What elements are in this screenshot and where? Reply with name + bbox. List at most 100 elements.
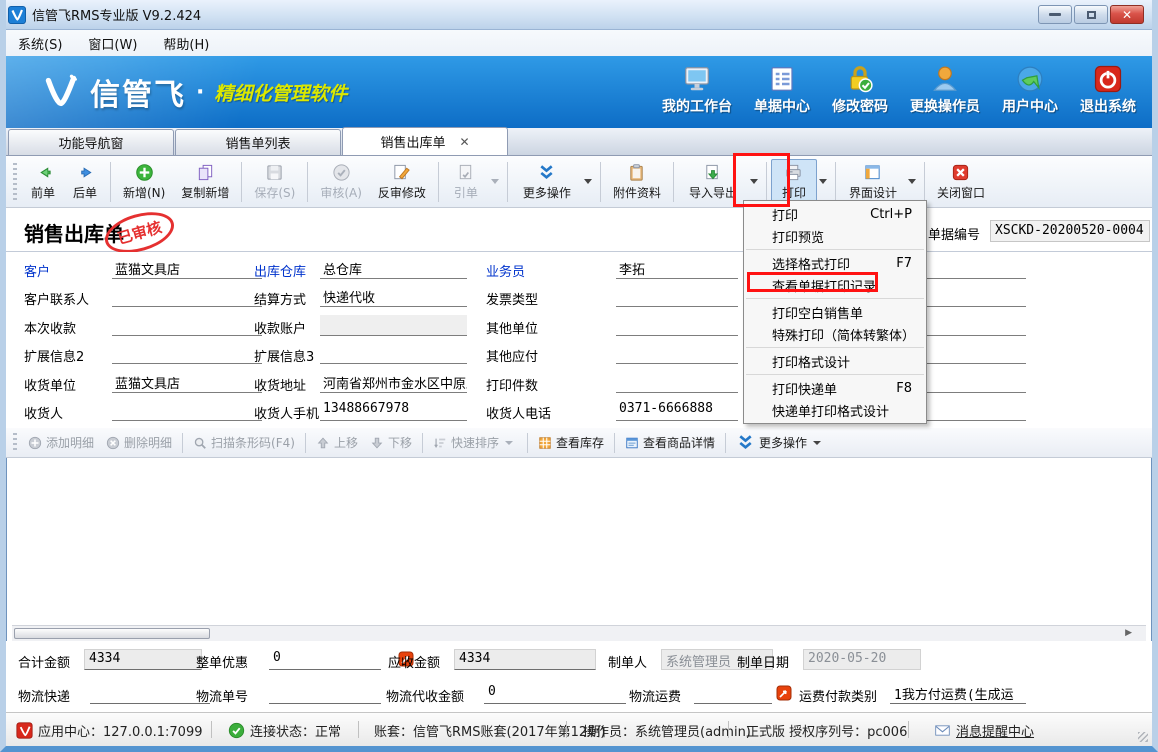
toolbar-button-1[interactable]: 后单 [64,159,106,205]
toolbar-button-0[interactable]: 前单 [22,159,64,205]
toolbar-button-6[interactable]: 反审修改 [370,159,434,205]
footer-input-1[interactable]: 0 [269,649,381,670]
footer-label-9: 运费付款类别 [799,686,877,705]
print-menu-item-7[interactable]: 打印快递单F8 [744,377,926,399]
menu-item-0[interactable]: 系统(S) [18,34,62,53]
scrollbar-thumb[interactable] [14,628,210,639]
banner-nav-globe[interactable]: 用户中心 [996,62,1064,118]
chevron-down-icon[interactable] [750,179,758,184]
inventory-grid-icon [538,436,552,450]
menu-shortcut: F8 [896,381,912,396]
banner-nav-user[interactable]: 更换操作员 [904,62,986,118]
toolbar-separator [614,433,615,453]
field-input-10[interactable] [320,343,467,364]
print-menu-item-3[interactable]: 查看单据打印记录 [744,274,926,296]
maximize-button[interactable] [1074,5,1108,24]
toolbar-button-10[interactable]: 导入导出 [678,159,748,205]
statusbar-text[interactable]: 消息提醒中心 [956,721,1034,740]
statusbar-separator [728,721,729,738]
footer-input-0: 4334 [84,649,202,670]
detail-toolbar-button-7[interactable]: 查看商品详情 [619,431,721,454]
chevron-down-icon[interactable] [819,179,827,184]
document-number-field[interactable]: XSCKD-20200520-0004 [990,220,1150,242]
print-menu-item-4[interactable]: 打印空白销售单 [744,301,926,323]
detail-toolbar-button-6[interactable]: 查看库存 [532,431,610,454]
banner-nav-label: 修改密码 [832,96,888,116]
toolbar-button-11[interactable]: 打印 [771,159,817,205]
menu-item-2[interactable]: 帮助(H) [163,34,209,53]
toolbar-button-9[interactable]: 附件资料 [605,159,669,205]
toolbar-button-8[interactable]: 更多操作 [512,159,582,205]
chevron-down-icon [813,441,821,445]
print-menu-item-0[interactable]: 打印 Ctrl+P [744,203,926,225]
footer-label-4: 制单日期 [737,652,789,671]
statusbar-item-4: 正式版 授权序列号：pc006 [746,721,907,740]
tab-close-icon[interactable]: ✕ [459,135,469,149]
field-input-11[interactable] [616,343,738,364]
detail-toolbar-button-5: 快速排序 [427,431,523,454]
minimize-button[interactable] [1038,5,1072,24]
menu-shortcut: Ctrl+P [870,207,912,222]
field-label-10: 扩展信息3 [254,346,314,365]
print-menu-item-1[interactable]: 打印预览 [744,225,926,247]
footer-input-6[interactable] [269,683,381,704]
print-menu-item-2[interactable]: 选择格式打印F7 [744,252,926,274]
banner-nav-document-list[interactable]: 单据中心 [748,62,816,118]
field-input-16[interactable]: 13488667978 [320,400,467,421]
resize-grip[interactable] [1138,732,1148,742]
field-label-2: 业务员 [486,261,525,280]
print-menu-item-5[interactable]: 特殊打印（简体转繁体） [744,323,926,345]
footer-input-9[interactable]: 1我方付运费(生成运 [890,683,1026,704]
tab-1[interactable]: 销售单列表 [175,129,341,155]
scroll-right-arrow[interactable]: ▶ [1125,628,1132,638]
modify-value-icon[interactable] [776,685,792,701]
print-menu-item-8[interactable]: 快递单打印格式设计 [744,399,926,421]
field-input-8[interactable] [616,315,738,336]
field-input-4[interactable]: 快递代收 [320,286,467,307]
menu-separator [746,374,924,375]
footer-input-8[interactable] [694,683,772,704]
field-input-1[interactable]: 总仓库 [320,258,467,279]
banner-nav-lock[interactable]: 修改密码 [826,62,894,118]
field-input-13[interactable]: 河南省郑州市金水区中原路 [320,372,467,393]
chevron-down-icon[interactable] [584,179,592,184]
footer-input-7[interactable]: 0 [484,683,626,704]
horizontal-scrollbar[interactable]: ▶ [12,625,1146,641]
banner-nav-power[interactable]: 退出系统 [1074,62,1142,118]
field-input-2[interactable]: 李拓 [616,258,738,279]
field-input-0[interactable]: 蓝猫文具店 [112,258,262,279]
toolbar-button-12[interactable]: 界面设计 [840,159,906,205]
menu-item-label: 打印 [772,205,798,224]
field-input-17[interactable]: 0371-6666888 [616,400,738,421]
menu-separator [746,298,924,299]
toolbar-button-13[interactable]: 关闭窗口 [929,159,993,205]
field-input-15[interactable] [112,400,262,421]
field-input-9[interactable] [112,343,262,364]
field-label-5: 发票类型 [486,289,538,308]
field-input-7[interactable] [320,315,467,336]
banner-nav-label: 更换操作员 [910,96,980,116]
tab-0[interactable]: 功能导航窗 [8,129,174,155]
field-label-8: 其他单位 [486,318,538,337]
field-input-14[interactable] [616,372,738,393]
toolbar-button-label: 反审修改 [378,184,426,201]
chevron-down-icon[interactable] [908,179,916,184]
toolbar-button-3[interactable]: 复制新增 [173,159,237,205]
field-input-6[interactable] [112,315,262,336]
print-menu-item-6[interactable]: 打印格式设计 [744,350,926,372]
detail-toolbar-button-8[interactable]: 更多操作 [730,430,831,455]
field-input-5[interactable] [616,286,738,307]
tab-2[interactable]: 销售出库单✕ [342,127,508,155]
close-button[interactable]: ✕ [1110,5,1144,24]
banner-nav-monitor[interactable]: 我的工作台 [656,62,738,118]
menu-item-1[interactable]: 窗口(W) [88,34,137,53]
toolbar-button-label: 引单 [454,184,478,201]
app-icon [8,6,26,24]
field-input-3[interactable] [112,286,262,307]
field-input-12[interactable]: 蓝猫文具店 [112,372,262,393]
toolbar-button-2[interactable]: 新增(N) [115,159,173,205]
statusbar-item-3: 操作员：系统管理员(admin) [583,721,751,740]
footer-input-5[interactable] [90,683,210,704]
detail-button-label: 查看库存 [556,434,604,451]
statusbar-item-5[interactable]: 消息提醒中心 [934,721,1034,740]
